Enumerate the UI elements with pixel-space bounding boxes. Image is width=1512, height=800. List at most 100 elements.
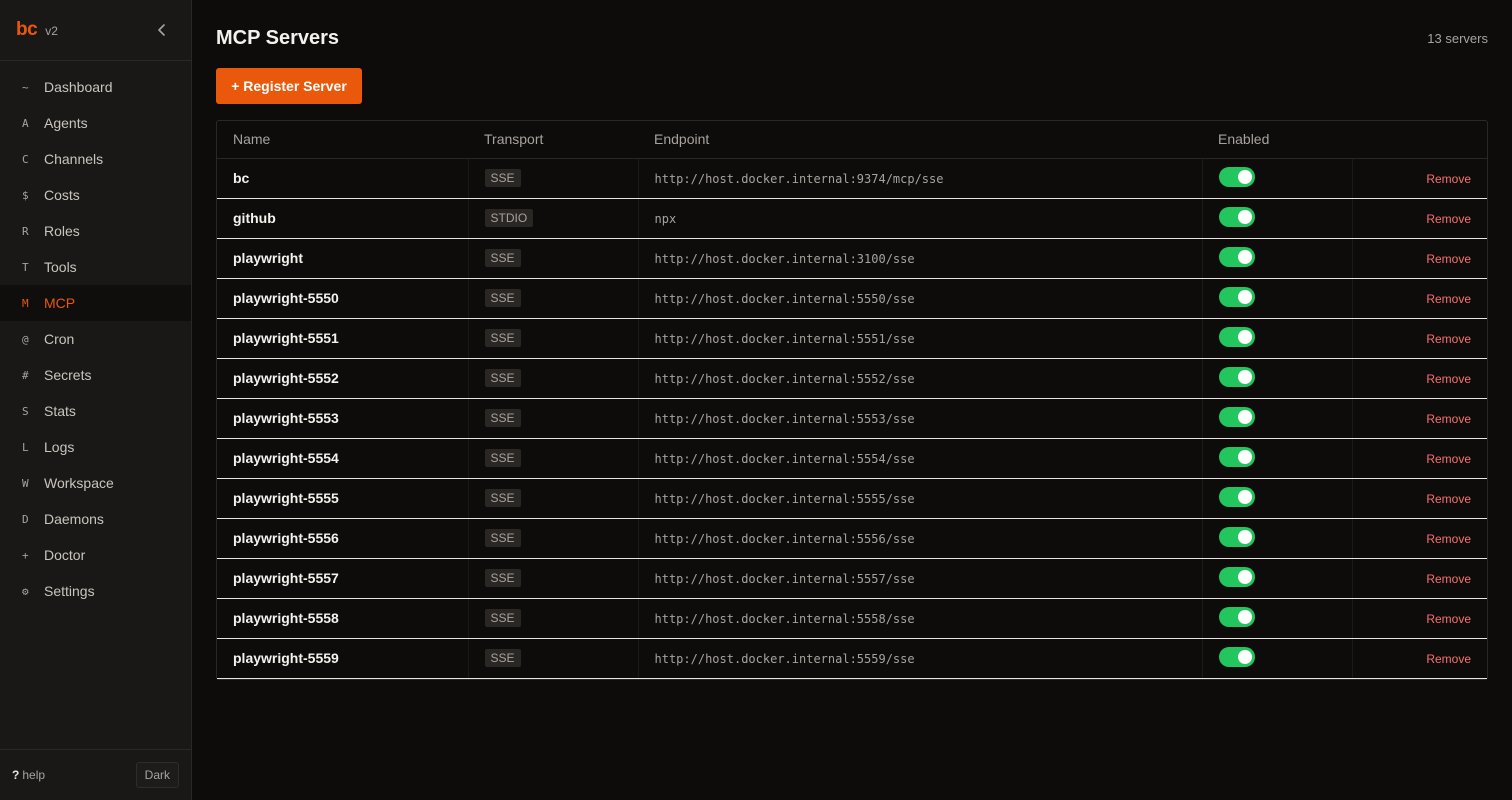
remove-button[interactable]: Remove <box>1426 212 1471 226</box>
sidebar-item-daemons[interactable]: D Daemons <box>0 501 191 537</box>
remove-button[interactable]: Remove <box>1426 372 1471 386</box>
sidebar-item-label: Agents <box>44 115 88 131</box>
table-row: playwright-5552 SSE http://host.docker.int… <box>217 358 1487 399</box>
mcp-icon: M <box>22 296 29 310</box>
remove-button[interactable]: Remove <box>1426 612 1471 626</box>
sidebar-item-logs[interactable]: L Logs <box>0 429 191 465</box>
actions-cell: Remove <box>1352 518 1487 559</box>
transport-cell: SSE <box>468 478 639 519</box>
transport-cell: SSE <box>468 638 639 679</box>
sidebar-item-channels[interactable]: C Channels <box>0 141 191 177</box>
enabled-toggle[interactable] <box>1218 607 1255 627</box>
settings-icon: ⚙ <box>22 584 29 598</box>
remove-button[interactable]: Remove <box>1426 652 1471 666</box>
sidebar-item-mcp[interactable]: M MCP <box>0 285 191 321</box>
server-name: playwright-5552 <box>217 358 469 399</box>
enabled-toggle[interactable] <box>1218 367 1255 387</box>
actions-cell: Remove <box>1352 198 1487 239</box>
table-row: playwright-5550 SSE http://host.docker.int… <box>217 278 1487 319</box>
table-row: playwright-5557 SSE http://host.docker.int… <box>217 558 1487 599</box>
enabled-toggle[interactable] <box>1218 567 1255 587</box>
sidebar-item-stats[interactable]: S Stats <box>0 393 191 429</box>
roles-icon: R <box>22 224 29 238</box>
toggle-knob <box>1237 330 1252 344</box>
endpoint-value: http://host.docker.internal:5552/sse <box>654 372 915 386</box>
transport-cell: SSE <box>468 438 639 479</box>
sidebar-item-dashboard[interactable]: ~ Dashboard <box>0 69 191 105</box>
endpoint-cell: http://host.docker.internal:5552/sse <box>638 358 1203 399</box>
table-row: playwright-5555 SSE http://host.docker.int… <box>217 478 1487 519</box>
actions-cell: Remove <box>1352 358 1487 399</box>
enabled-cell <box>1202 318 1353 359</box>
sidebar-item-workspace[interactable]: W Workspace <box>0 465 191 501</box>
remove-button[interactable]: Remove <box>1426 292 1471 306</box>
enabled-toggle[interactable] <box>1218 287 1255 307</box>
remove-button[interactable]: Remove <box>1426 252 1471 266</box>
table-row: bc SSE http://host.docker.internal:9374/mc… <box>217 158 1487 199</box>
transport-badge: SSE <box>484 649 521 667</box>
enabled-cell <box>1202 638 1353 679</box>
table-row: playwright-5556 SSE http://host.docker.int… <box>217 518 1487 559</box>
table-row: playwright-5559 SSE http://host.docker.int… <box>217 638 1487 679</box>
remove-button[interactable]: Remove <box>1426 452 1471 466</box>
brand-header: bc v2 <box>0 0 191 61</box>
sidebar-item-cron[interactable]: @ Cron <box>0 321 191 357</box>
endpoint-cell: http://host.docker.internal:5559/sse <box>638 638 1203 679</box>
transport-cell: SSE <box>468 398 639 439</box>
remove-button[interactable]: Remove <box>1426 492 1471 506</box>
remove-button[interactable]: Remove <box>1426 172 1471 186</box>
transport-cell: SSE <box>468 598 639 639</box>
enabled-toggle[interactable] <box>1218 447 1255 467</box>
enabled-toggle[interactable] <box>1218 207 1255 227</box>
endpoint-cell: http://host.docker.internal:5556/sse <box>638 518 1203 559</box>
sidebar-item-label: Dashboard <box>44 79 113 95</box>
enabled-cell <box>1202 198 1353 239</box>
endpoint-cell: npx <box>638 198 1203 239</box>
transport-cell: SSE <box>468 278 639 319</box>
servers-table: Name Transport Endpoint Enabled bc SSE htt… <box>216 120 1488 680</box>
transport-badge: SSE <box>484 569 521 587</box>
remove-button[interactable]: Remove <box>1426 412 1471 426</box>
register-server-button[interactable]: + Register Server <box>216 68 362 104</box>
endpoint-value: http://host.docker.internal:5556/sse <box>654 532 915 546</box>
transport-cell: SSE <box>468 558 639 599</box>
endpoint-value: http://host.docker.internal:5553/sse <box>654 412 915 426</box>
server-name: playwright <box>217 238 469 279</box>
enabled-toggle[interactable] <box>1218 247 1255 267</box>
enabled-toggle[interactable] <box>1218 167 1255 187</box>
toggle-knob <box>1237 530 1252 544</box>
endpoint-cell: http://host.docker.internal:5557/sse <box>638 558 1203 599</box>
enabled-toggle[interactable] <box>1218 527 1255 547</box>
remove-button[interactable]: Remove <box>1426 572 1471 586</box>
theme-toggle-button[interactable]: Dark <box>135 762 179 788</box>
remove-button[interactable]: Remove <box>1426 532 1471 546</box>
enabled-toggle[interactable] <box>1218 647 1255 667</box>
toggle-knob <box>1237 250 1252 264</box>
stats-icon: S <box>22 404 29 418</box>
sidebar-item-settings[interactable]: ⚙ Settings <box>0 573 191 609</box>
sidebar-item-label: MCP <box>44 295 76 311</box>
server-name: github <box>217 198 469 239</box>
transport-badge: SSE <box>484 409 521 427</box>
sidebar-item-agents[interactable]: A Agents <box>0 105 191 141</box>
enabled-toggle[interactable] <box>1218 407 1255 427</box>
secrets-icon: # <box>22 368 29 382</box>
remove-button[interactable]: Remove <box>1426 332 1471 346</box>
sidebar-nav: ~ Dashboard A Agents C Channels $ Costs R Roles T T… <box>0 61 191 609</box>
sidebar-item-doctor[interactable]: + Doctor <box>0 537 191 573</box>
enabled-toggle[interactable] <box>1218 327 1255 347</box>
help-link[interactable]: ? help <box>12 768 45 782</box>
sidebar-item-label: Workspace <box>44 475 114 491</box>
sidebar-item-tools[interactable]: T Tools <box>0 249 191 285</box>
brand-logo[interactable]: bc <box>16 19 38 41</box>
sidebar-item-costs[interactable]: $ Costs <box>0 177 191 213</box>
help-label: help <box>22 768 46 782</box>
sidebar-item-secrets[interactable]: # Secrets <box>0 357 191 393</box>
endpoint-cell: http://host.docker.internal:5558/sse <box>638 598 1203 639</box>
actions-cell: Remove <box>1352 318 1487 359</box>
chevron-left-icon[interactable] <box>155 22 169 38</box>
enabled-toggle[interactable] <box>1218 487 1255 507</box>
toggle-knob <box>1237 610 1252 624</box>
table-row: playwright-5558 SSE http://host.docker.int… <box>217 598 1487 639</box>
sidebar-item-roles[interactable]: R Roles <box>0 213 191 249</box>
